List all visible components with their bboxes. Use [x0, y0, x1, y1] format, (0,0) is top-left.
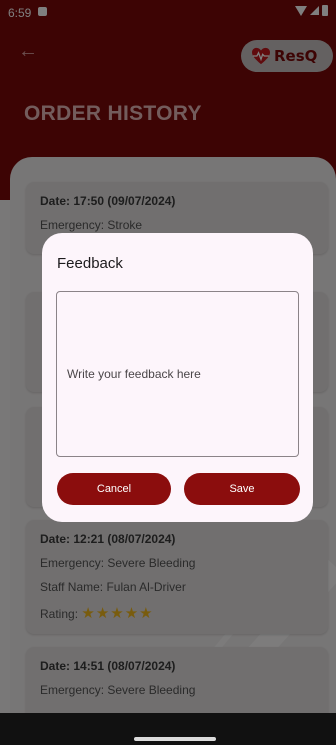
feedback-placeholder: Write your feedback here: [67, 367, 201, 381]
order-history-screen: 6:59 ← ResQ ORDER HISTORY Date: 17:50 (0…: [0, 0, 336, 745]
feedback-dialog: Feedback Write your feedback here Cancel…: [42, 233, 313, 522]
cancel-button[interactable]: Cancel: [57, 473, 171, 505]
feedback-input[interactable]: Write your feedback here: [56, 291, 299, 457]
dialog-title: Feedback: [57, 255, 123, 272]
save-button[interactable]: Save: [184, 473, 300, 505]
navigation-bar: [0, 713, 336, 745]
home-gesture-handle[interactable]: [134, 737, 216, 741]
